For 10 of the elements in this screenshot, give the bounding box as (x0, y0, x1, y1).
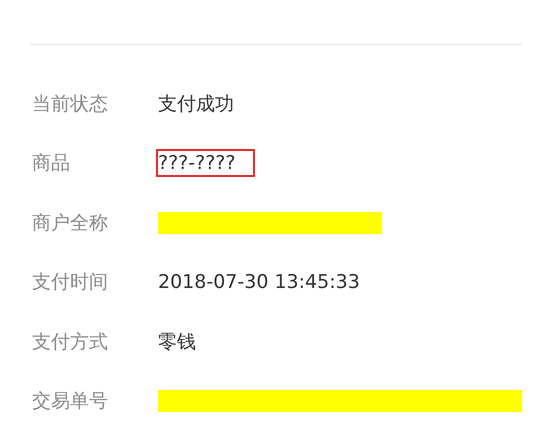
field-value: 支付成功 (158, 92, 234, 117)
field-value: ???-???? (158, 151, 254, 176)
field-label: 支付方式 (31, 330, 109, 355)
field-value: 2018-07-30 13:45:33 (158, 271, 360, 294)
field-label: 当前状态 (31, 92, 109, 117)
field-label: 支付时间 (31, 270, 109, 296)
field-label: 商品 (31, 151, 71, 176)
field-value: 零钱 (158, 330, 196, 355)
field-label: 商户全称 (31, 210, 109, 236)
field-label: 交易单号 (31, 389, 109, 414)
